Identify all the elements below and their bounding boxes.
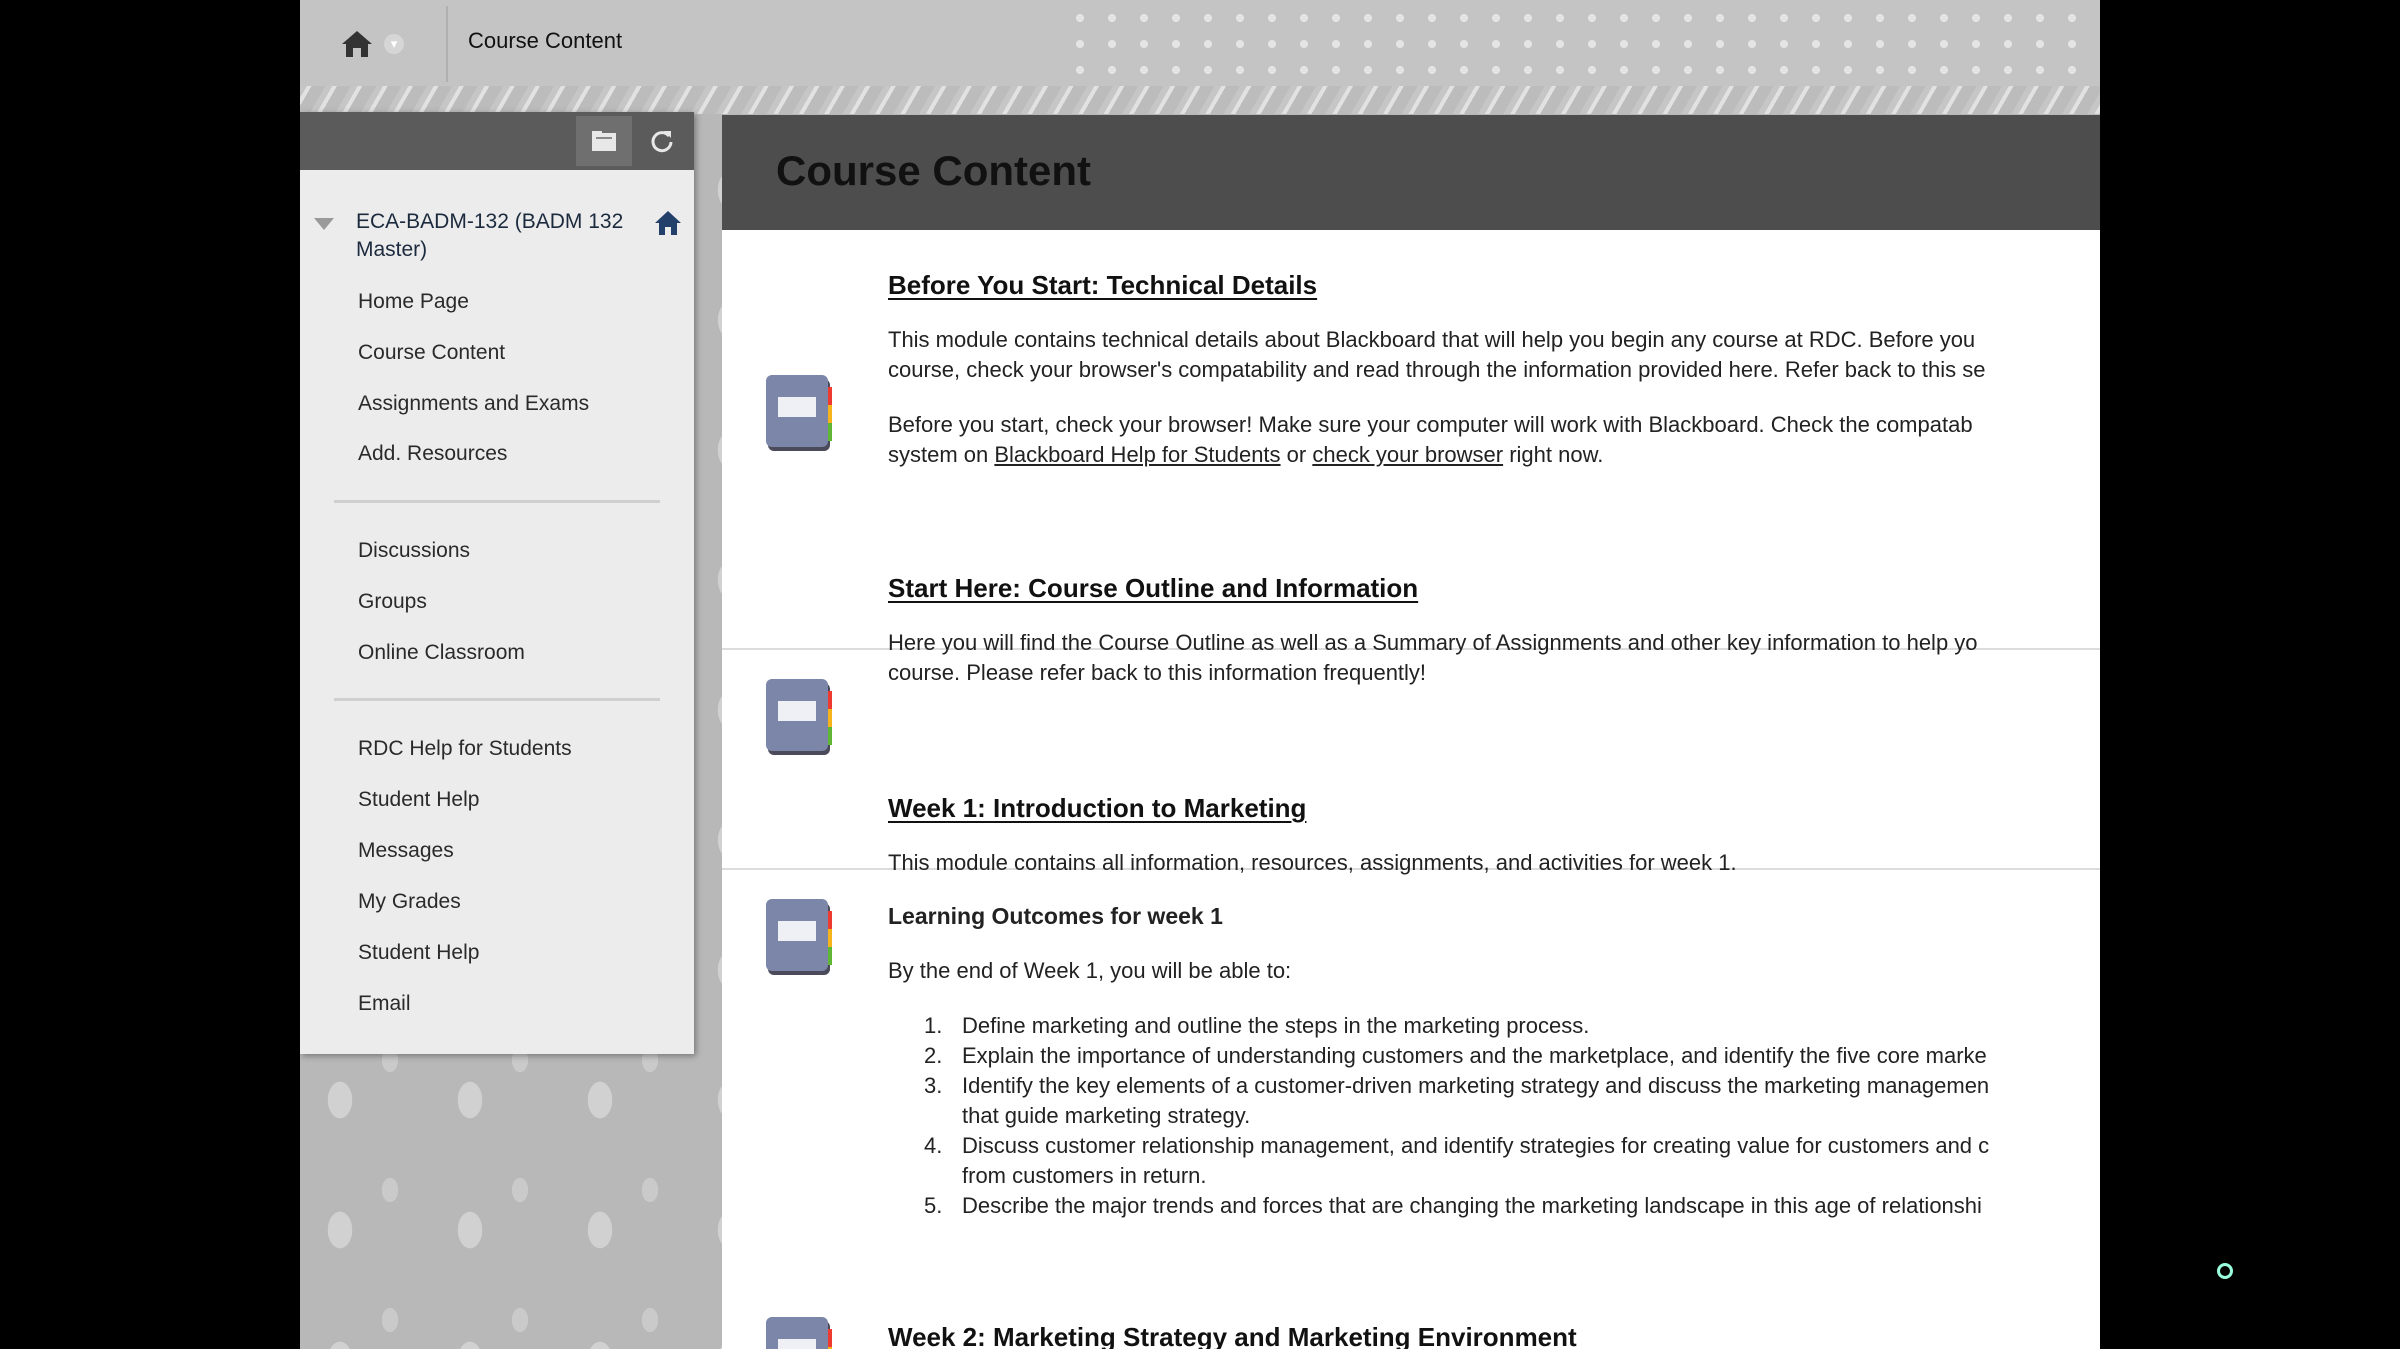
course-menu-toolbar: [300, 112, 694, 170]
outcome-number: 3.: [924, 1073, 943, 1098]
course-menu: ECA-BADM-132 (BADM 132 Master) Home Page…: [300, 112, 694, 1054]
outcome-number: 4.: [924, 1133, 943, 1158]
sidebar-item-rdc-help[interactable]: RDC Help for Students: [358, 737, 572, 761]
learning-module-icon: [766, 899, 832, 975]
outcome-number: 2.: [924, 1043, 943, 1068]
outcome-text: Explain the importance of understanding …: [962, 1043, 1987, 1068]
outcome-number: 5.: [924, 1193, 943, 1218]
outcomes-intro: By the end of Week 1, you will be able t…: [888, 958, 1292, 983]
sidebar-item-student-help-2[interactable]: Student Help: [358, 941, 479, 965]
item-description: Before you start, check your browser! Ma…: [888, 412, 1973, 437]
sidebar-item-course-content[interactable]: Course Content: [358, 341, 505, 365]
browser-viewport: ▾ Course Content ECA-BADM-132 (BADM 132 …: [300, 0, 2100, 1349]
sidebar-item-groups[interactable]: Groups: [358, 590, 427, 614]
item-description: course, check your browser's compatabili…: [888, 357, 1986, 382]
outcome-number: 1.: [924, 1013, 943, 1038]
course-title[interactable]: ECA-BADM-132 (BADM 132 Master): [356, 208, 646, 264]
sidebar-item-email[interactable]: Email: [358, 992, 411, 1016]
outcome-text: Identify the key elements of a customer-…: [962, 1073, 1990, 1098]
breadcrumb-divider: [446, 6, 448, 82]
page-header: Course Content: [722, 115, 2100, 230]
loading-spinner-icon: [2217, 1263, 2233, 1279]
folder-view-button[interactable]: [576, 116, 632, 166]
sidebar-item-student-help[interactable]: Student Help: [358, 788, 479, 812]
sidebar-divider: [334, 698, 660, 701]
breadcrumb-bar: ▾ Course Content: [300, 0, 2100, 86]
item-description: course. Please refer back to this inform…: [888, 660, 1427, 685]
sidebar-item-assignments-exams[interactable]: Assignments and Exams: [358, 392, 589, 416]
outcome-text: that guide marketing strategy.: [962, 1103, 1251, 1128]
item-title-link[interactable]: Week 2: Marketing Strategy and Marketing…: [888, 1322, 1577, 1349]
folder-icon: [592, 131, 616, 151]
item-title-link[interactable]: Week 1: Introduction to Marketing: [888, 793, 1306, 824]
learning-module-icon: [766, 375, 832, 451]
outcome-item: 4. Discuss customer relationship managem…: [888, 1131, 2100, 1191]
collapse-triangle-icon[interactable]: [314, 218, 334, 232]
blackboard-help-link[interactable]: Blackboard Help for Students: [994, 442, 1280, 467]
text-segment: or: [1280, 442, 1313, 467]
chevron-down-icon[interactable]: ▾: [384, 34, 404, 54]
outcome-item: 3. Identify the key elements of a custom…: [888, 1071, 2100, 1131]
page-title: Course Content: [776, 147, 1091, 194]
item-description: This module contains technical details a…: [888, 327, 1976, 352]
outcome-text: Define marketing and outline the steps i…: [962, 1013, 1590, 1038]
outcome-text: from customers in return.: [962, 1163, 1207, 1188]
sidebar-item-discussions[interactable]: Discussions: [358, 539, 470, 563]
learning-module-icon: [766, 1317, 832, 1349]
item-description: Here you will find the Course Outline as…: [888, 630, 1978, 655]
outcome-item: 5. Describe the major trends and forces …: [888, 1191, 2100, 1221]
item-title-link[interactable]: Start Here: Course Outline and Informati…: [888, 573, 1418, 604]
outcome-item: 1. Define marketing and outline the step…: [888, 1011, 2100, 1041]
outcome-text: Discuss customer relationship management…: [962, 1133, 1990, 1158]
breadcrumb: ▾ Course Content: [300, 0, 1060, 86]
refresh-button[interactable]: [634, 116, 690, 166]
item-description-links: system on Blackboard Help for Students o…: [888, 440, 2100, 470]
sidebar-divider: [334, 500, 660, 503]
check-browser-link[interactable]: check your browser: [1312, 442, 1503, 467]
header-decoration: [300, 86, 2100, 114]
refresh-icon: [651, 131, 673, 153]
outcome-item: 2. Explain the importance of understandi…: [888, 1041, 2100, 1071]
sidebar-item-my-grades[interactable]: My Grades: [358, 890, 461, 914]
learning-module-icon: [766, 679, 832, 755]
outcome-text: Describe the major trends and forces tha…: [962, 1193, 1982, 1218]
outcomes-heading: Learning Outcomes for week 1: [888, 903, 1223, 929]
sidebar-item-messages[interactable]: Messages: [358, 839, 454, 863]
item-description: This module contains all information, re…: [888, 850, 1737, 875]
breadcrumb-current: Course Content: [468, 28, 623, 53]
course-home-icon[interactable]: [654, 210, 682, 236]
text-segment: right now.: [1503, 442, 1604, 467]
content-area: Course Content Before You Start: Technic…: [722, 115, 2100, 1349]
sidebar-item-home-page[interactable]: Home Page: [358, 290, 469, 314]
text-segment: system on: [888, 442, 995, 467]
home-button[interactable]: ▾: [340, 24, 410, 64]
sidebar-item-online-classroom[interactable]: Online Classroom: [358, 641, 525, 665]
home-icon: [342, 31, 372, 57]
item-title-link[interactable]: Before You Start: Technical Details: [888, 270, 1317, 301]
sidebar-item-add-resources[interactable]: Add. Resources: [358, 442, 507, 466]
